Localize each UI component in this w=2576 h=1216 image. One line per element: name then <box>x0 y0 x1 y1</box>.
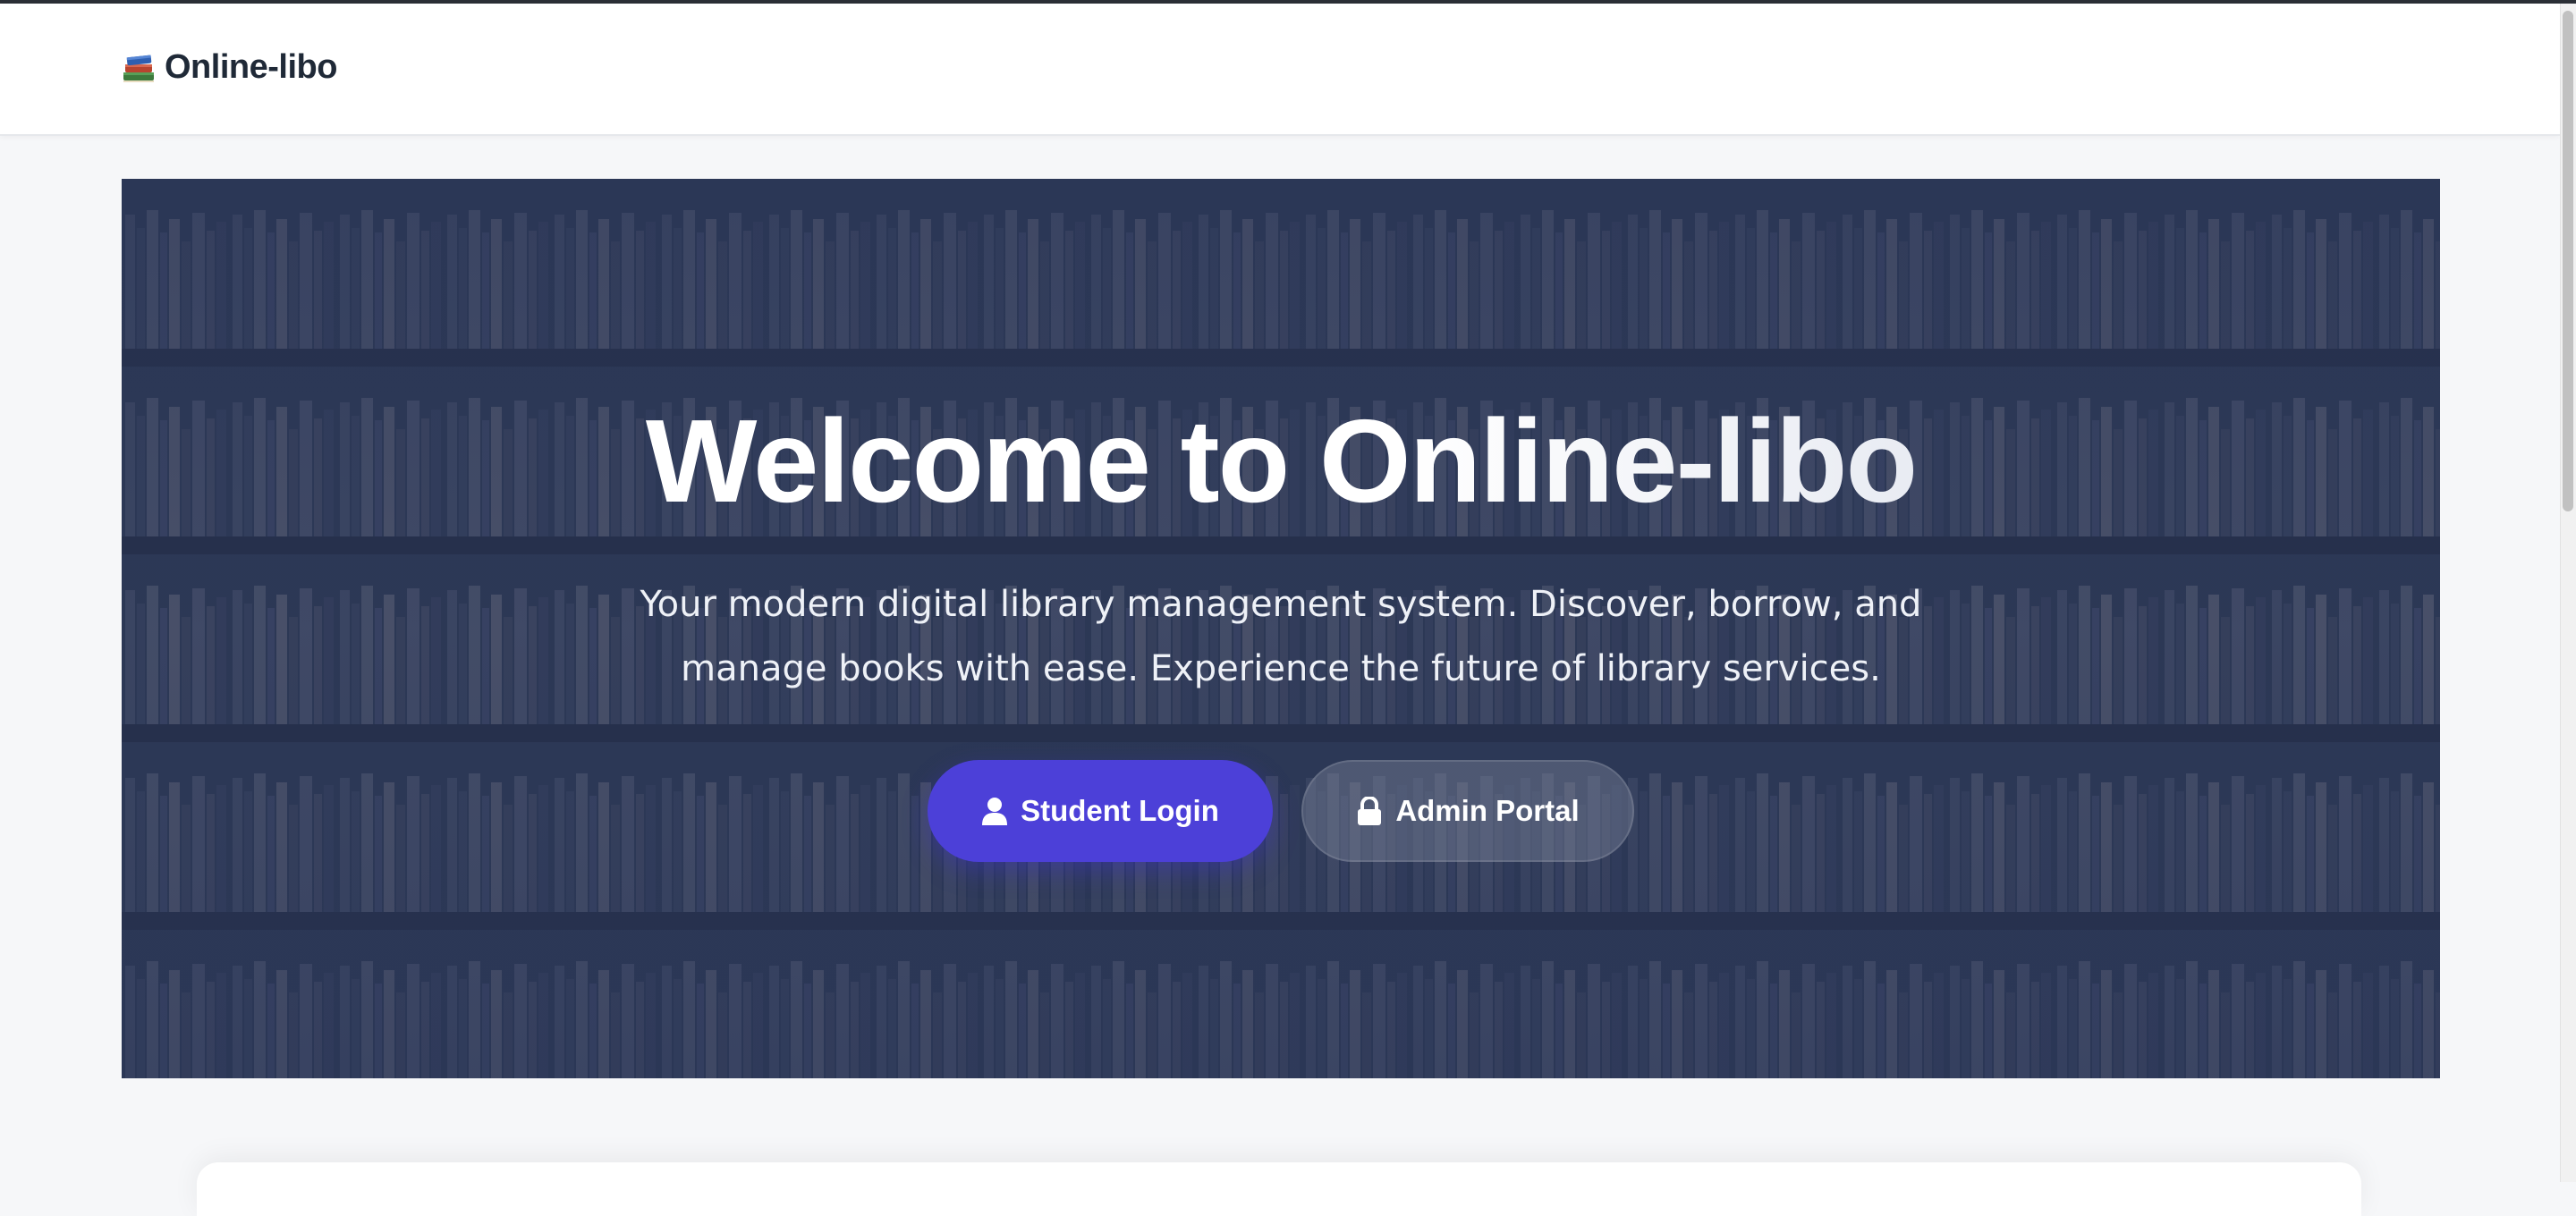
brand-link[interactable]: Online-libo <box>120 48 337 87</box>
admin-portal-button[interactable]: Admin Portal <box>1301 760 1634 862</box>
content-card-edge <box>197 1162 2361 1216</box>
hero-content: Welcome to Online-libo Your modern digit… <box>122 179 2440 1078</box>
brand-name: Online-libo <box>165 48 337 86</box>
lock-icon <box>1356 796 1383 825</box>
user-icon <box>981 797 1008 825</box>
scrollbar-thumb[interactable] <box>2563 11 2573 511</box>
admin-portal-label: Admin Portal <box>1395 794 1580 827</box>
student-login-label: Student Login <box>1021 794 1219 827</box>
student-login-button[interactable]: Student Login <box>928 760 1273 862</box>
hero-actions: Student Login Admin Portal <box>122 760 2440 862</box>
hero-banner: Welcome to Online-libo Your modern digit… <box>122 179 2440 1078</box>
page-scrollbar[interactable] <box>2560 4 2576 1182</box>
hero-title: Welcome to Online-libo <box>122 393 2440 528</box>
hero-subtitle: Your modern digital library management s… <box>640 584 1922 689</box>
books-icon <box>120 49 157 87</box>
navbar: Online-libo <box>0 4 2560 136</box>
